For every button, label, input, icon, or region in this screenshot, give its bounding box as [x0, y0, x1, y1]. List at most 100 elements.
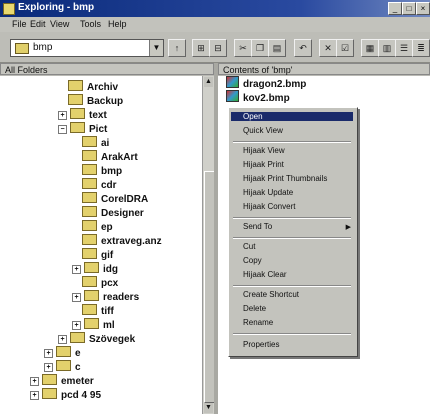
tree-item[interactable]: ai	[82, 136, 109, 150]
tree-item[interactable]: extraveg.anz	[82, 234, 162, 248]
tree-item[interactable]: Designer	[82, 206, 144, 220]
menu-item-hijaak-update[interactable]: Hijaak Update	[243, 188, 293, 197]
tree-item[interactable]: + c	[44, 360, 81, 374]
menu-item-cut[interactable]: Cut	[243, 242, 255, 251]
tree-item[interactable]: gif	[82, 248, 113, 262]
small-icons-button[interactable]: ▥	[378, 39, 396, 57]
menu-edit[interactable]: Edit	[30, 19, 46, 29]
menu-item-hijaak-view[interactable]: Hijaak View	[243, 146, 285, 155]
menu-file[interactable]: File	[12, 19, 27, 29]
copy-button[interactable]: ❐	[251, 39, 269, 57]
tree-item[interactable]: pcx	[82, 276, 118, 290]
menu-separator	[233, 333, 351, 335]
tree-item[interactable]: + Szövegek	[58, 332, 135, 346]
scroll-up-icon[interactable]: ▲	[204, 77, 213, 87]
map-drive-button[interactable]: ⊞	[192, 39, 210, 57]
collapse-icon[interactable]: −	[58, 125, 67, 134]
tree-item[interactable]: + readers	[72, 290, 139, 304]
expand-icon[interactable]: +	[72, 321, 81, 330]
folder-icon	[82, 304, 97, 315]
bitmap-file-icon	[226, 90, 239, 102]
maximize-button[interactable]: □	[402, 2, 416, 15]
context-menu: Open Quick View Hijaak View Hijaak Print…	[228, 107, 358, 357]
menu-item-open[interactable]: Open	[231, 112, 353, 121]
tree-item[interactable]: cdr	[82, 178, 117, 192]
folder-icon	[82, 192, 97, 203]
menu-item-send-to[interactable]: Send To	[243, 222, 272, 231]
title-bar: Exploring - bmp _ □ ×	[0, 0, 430, 17]
folder-icon	[84, 318, 99, 329]
menu-separator	[233, 217, 351, 219]
tree-item-selected[interactable]: bmp	[82, 164, 122, 178]
bitmap-file-icon	[226, 76, 239, 88]
menu-item-hijaak-print-thumbnails[interactable]: Hijaak Print Thumbnails	[243, 174, 327, 183]
folder-icon	[56, 360, 71, 371]
menu-item-quick-view[interactable]: Quick View	[243, 126, 283, 135]
list-view-button[interactable]: ☰	[395, 39, 413, 57]
tree-item[interactable]: ArakArt	[82, 150, 138, 164]
up-folder-button[interactable]: ↑	[168, 39, 186, 57]
tree-item[interactable]: tiff	[82, 304, 114, 318]
menu-item-create-shortcut[interactable]: Create Shortcut	[243, 290, 299, 299]
tree-item[interactable]: + emeter	[30, 374, 94, 388]
tree-item[interactable]: + text	[58, 108, 107, 122]
menu-item-properties[interactable]: Properties	[243, 340, 279, 349]
minimize-button[interactable]: _	[388, 2, 402, 15]
delete-button[interactable]: ✕	[319, 39, 337, 57]
menu-item-hijaak-print[interactable]: Hijaak Print	[243, 160, 284, 169]
expand-icon[interactable]: +	[30, 377, 39, 386]
file-item[interactable]: dragon2.bmp	[226, 76, 306, 90]
file-item-selected[interactable]: kov2.bmp	[226, 90, 290, 104]
toolbar: bmp ▼ ↑ ⊞ ⊟ ✂ ❐ ▤ ↶ ✕ ☑ ▦ ▥ ☰ ≣	[0, 32, 430, 63]
expand-icon[interactable]: +	[44, 349, 53, 358]
explorer-icon	[3, 3, 15, 15]
close-button[interactable]: ×	[416, 2, 430, 15]
expand-icon[interactable]: +	[44, 363, 53, 372]
tree-item[interactable]: CorelDRA	[82, 192, 148, 206]
tree-item[interactable]: − Pict	[58, 122, 107, 136]
menu-item-hijaak-clear[interactable]: Hijaak Clear	[243, 270, 287, 279]
large-icons-button[interactable]: ▦	[361, 39, 379, 57]
tree-item[interactable]: ep	[82, 220, 113, 234]
folder-icon	[68, 94, 83, 105]
expand-icon[interactable]: +	[72, 293, 81, 302]
properties-button[interactable]: ☑	[336, 39, 354, 57]
menu-item-copy[interactable]: Copy	[243, 256, 262, 265]
menu-bar: File Edit View Tools Help	[0, 17, 430, 32]
submenu-arrow-icon: ▶	[345, 224, 351, 231]
menu-separator	[233, 237, 351, 239]
expand-icon[interactable]: +	[72, 265, 81, 274]
expand-icon[interactable]: +	[30, 391, 39, 400]
address-combo[interactable]: bmp ▼	[10, 39, 164, 57]
expand-icon[interactable]: +	[58, 111, 67, 120]
menu-tools[interactable]: Tools	[80, 19, 101, 29]
disconnect-drive-button[interactable]: ⊟	[209, 39, 227, 57]
details-view-button[interactable]: ≣	[412, 39, 430, 57]
menu-item-rename[interactable]: Rename	[243, 318, 273, 327]
menu-view[interactable]: View	[50, 19, 69, 29]
menu-item-hijaak-convert[interactable]: Hijaak Convert	[243, 202, 295, 211]
cut-button[interactable]: ✂	[234, 39, 252, 57]
folder-icon	[56, 346, 71, 357]
menu-item-delete[interactable]: Delete	[243, 304, 266, 313]
menu-help[interactable]: Help	[108, 19, 127, 29]
chevron-down-icon[interactable]: ▼	[149, 40, 163, 56]
folder-icon	[82, 276, 97, 287]
tree-item[interactable]: + ml	[72, 318, 115, 332]
tree-item[interactable]: + e	[44, 346, 81, 360]
tree-item[interactable]: + pcd 4 95	[30, 388, 101, 402]
paste-button[interactable]: ▤	[268, 39, 286, 57]
window-title: Exploring - bmp	[18, 2, 95, 13]
undo-button[interactable]: ↶	[294, 39, 312, 57]
folder-icon	[82, 206, 97, 217]
tree-item[interactable]: + idg	[72, 262, 118, 276]
folder-icon	[70, 332, 85, 343]
expand-icon[interactable]: +	[58, 335, 67, 344]
folder-icon	[84, 290, 99, 301]
folder-icon	[70, 108, 85, 119]
tree-item[interactable]: Backup	[68, 94, 123, 108]
scroll-down-icon[interactable]: ▼	[204, 403, 213, 413]
folder-icon	[15, 43, 29, 54]
cd-drive-icon	[42, 388, 57, 399]
tree-item[interactable]: Archiv	[68, 80, 118, 94]
